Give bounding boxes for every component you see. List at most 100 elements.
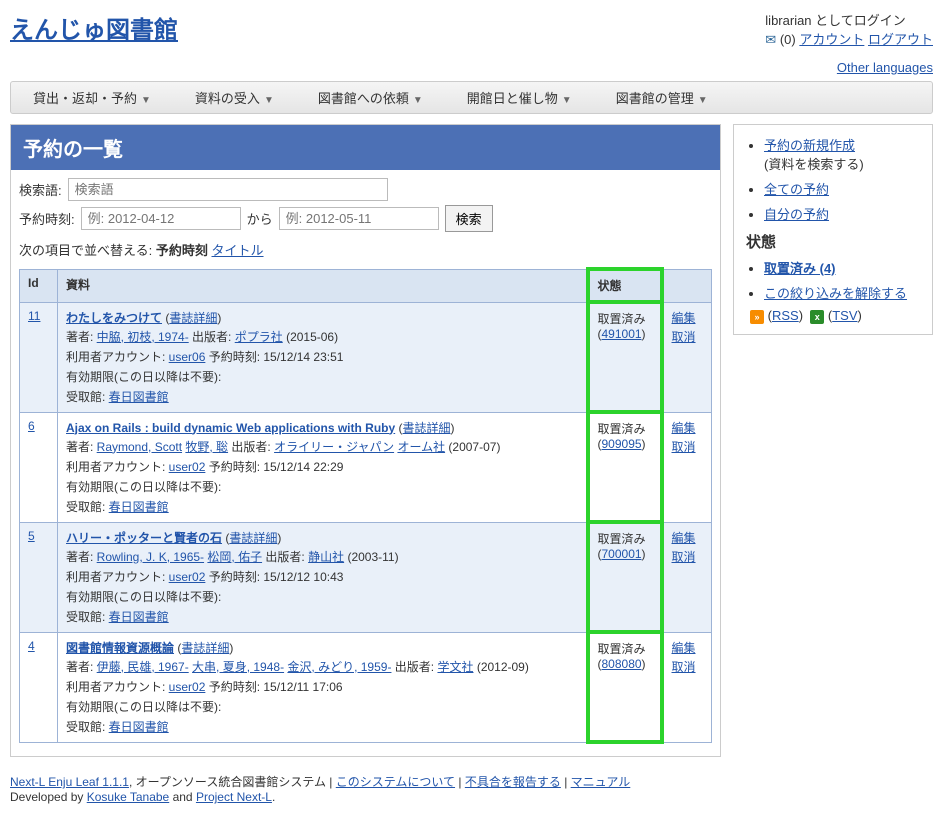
patron-link[interactable]: user02 — [169, 460, 206, 474]
rss-link[interactable]: RSS — [772, 308, 799, 323]
new-reserve-note: (資料を検索する) — [764, 157, 864, 172]
status-text: 取置済み — [598, 422, 646, 436]
chevron-down-icon: ▼ — [141, 95, 151, 106]
cancel-link[interactable]: 取消 — [672, 328, 704, 345]
chevron-down-icon: ▼ — [264, 95, 274, 106]
reserve-to-input[interactable] — [279, 207, 439, 230]
author-link[interactable]: 伊藤, 民雄, 1967- — [97, 660, 189, 674]
clear-filter-link[interactable]: この絞り込みを解除する — [764, 286, 907, 301]
login-block: librarian としてログイン ✉ (0) アカウント ログアウト Othe… — [765, 10, 933, 75]
material-title-link[interactable]: 図書館情報資源概論 — [66, 641, 174, 655]
material-title-link[interactable]: わたしをみつけて — [66, 311, 162, 325]
author-link[interactable]: 牧野, 聡 — [185, 440, 228, 454]
my-reserves-link[interactable]: 自分の予約 — [764, 207, 829, 222]
item-id-link[interactable]: 700001 — [602, 547, 642, 561]
sort-prefix: 次の項目で並べ替える: — [19, 243, 152, 258]
pickup-library-link[interactable]: 春日図書館 — [109, 610, 169, 624]
all-reserves-link[interactable]: 全ての予約 — [764, 182, 829, 197]
author-link[interactable]: 中脇, 初枝, 1974- — [97, 330, 189, 344]
bib-detail-link[interactable]: 書誌詳細 — [169, 311, 217, 325]
menu-circulation[interactable]: 貸出・返却・予約▼ — [11, 88, 173, 107]
col-actions — [662, 269, 712, 302]
sidebar: 予約の新規作成 (資料を検索する) 全ての予約 自分の予約 状態 取置済み (4)… — [733, 124, 933, 335]
edit-link[interactable]: 編集 — [672, 419, 704, 436]
patron-link[interactable]: user02 — [169, 570, 206, 584]
dev2-link[interactable]: Project Next-L — [196, 790, 272, 804]
state-heading: 状態 — [746, 231, 920, 252]
author-link[interactable]: Raymond, Scott — [97, 440, 182, 454]
col-id: Id — [20, 269, 58, 302]
patron-link[interactable]: user02 — [169, 680, 206, 694]
search-label: 検索語: — [19, 180, 62, 199]
item-id-link[interactable]: 491001 — [602, 327, 642, 341]
manual-link[interactable]: マニュアル — [571, 775, 631, 789]
material-title-link[interactable]: ハリー・ポッターと賢者の石 — [66, 531, 222, 545]
chevron-down-icon: ▼ — [413, 95, 423, 106]
material-title-link[interactable]: Ajax on Rails : build dynamic Web applic… — [66, 421, 395, 435]
reserve-from-input[interactable] — [81, 207, 241, 230]
bib-detail-link[interactable]: 書誌詳細 — [229, 531, 277, 545]
col-status: 状態 — [588, 269, 662, 302]
patron-link[interactable]: user06 — [169, 350, 206, 364]
menu-acquisition[interactable]: 資料の受入▼ — [173, 88, 296, 107]
tsv-link[interactable]: TSV — [832, 308, 857, 323]
dev1-link[interactable]: Kosuke Tanabe — [87, 790, 170, 804]
cancel-link[interactable]: 取消 — [672, 658, 704, 675]
reserve-id-link[interactable]: 5 — [28, 529, 35, 543]
site-title[interactable]: えんじゅ図書館 — [10, 10, 178, 45]
pickup-library-link[interactable]: 春日図書館 — [109, 500, 169, 514]
report-link[interactable]: 不具合を報告する — [465, 775, 561, 789]
author-link[interactable]: 松岡, 佑子 — [207, 550, 262, 564]
pickup-library-link[interactable]: 春日図書館 — [109, 390, 169, 404]
publisher-link[interactable]: ポプラ社 — [235, 330, 283, 344]
cancel-link[interactable]: 取消 — [672, 548, 704, 565]
product-link[interactable]: Next-L Enju Leaf 1.1.1 — [10, 775, 129, 789]
search-button[interactable]: 検索 — [445, 205, 493, 232]
edit-link[interactable]: 編集 — [672, 309, 704, 326]
publisher-link[interactable]: 静山社 — [308, 550, 344, 564]
author-link[interactable]: 金沢, みどり, 1959- — [287, 660, 391, 674]
reserve-id-link[interactable]: 4 — [28, 639, 35, 653]
table-row: 6 Ajax on Rails : build dynamic Web appli… — [20, 412, 712, 522]
publisher-link[interactable]: 学文社 — [437, 660, 473, 674]
reserves-table: Id 資料 状態 11わたしをみつけて (書誌詳細)著者: 中脇, 初枝, 19… — [19, 267, 712, 744]
cancel-link[interactable]: 取消 — [672, 438, 704, 455]
chevron-down-icon: ▼ — [562, 95, 572, 106]
pickup-library-link[interactable]: 春日図書館 — [109, 720, 169, 734]
table-row: 5ハリー・ポッターと賢者の石 (書誌詳細)著者: Rowling, J. K, … — [20, 522, 712, 632]
page-title: 予約の一覧 — [11, 125, 720, 170]
bib-detail-link[interactable]: 書誌詳細 — [181, 641, 229, 655]
item-id-link[interactable]: 909095 — [602, 437, 642, 451]
other-languages-link[interactable]: Other languages — [837, 60, 933, 75]
sort-title-link[interactable]: タイトル — [212, 243, 264, 258]
new-reserve-link[interactable]: 予約の新規作成 — [764, 138, 855, 153]
footer: Next-L Enju Leaf 1.1.1, オープンソース統合図書館システム… — [10, 767, 933, 810]
reserve-id-link[interactable]: 11 — [28, 309, 40, 323]
author-link[interactable]: Rowling, J. K, 1965- — [97, 550, 204, 564]
publisher-link[interactable]: オライリー・ジャパン — [274, 440, 394, 454]
menu-requests[interactable]: 図書館への依頼▼ — [296, 88, 445, 107]
mail-icon[interactable]: ✉ — [765, 32, 776, 47]
item-id-link[interactable]: 808080 — [602, 657, 642, 671]
account-link[interactable]: アカウント — [799, 32, 864, 47]
logout-link[interactable]: ログアウト — [868, 32, 933, 47]
reserve-time-label: 予約時刻: — [19, 209, 75, 228]
tsv-icon: x — [810, 310, 824, 324]
about-link[interactable]: このシステムについて — [336, 775, 455, 789]
edit-link[interactable]: 編集 — [672, 529, 704, 546]
status-text: 取置済み — [598, 642, 646, 656]
menu-admin[interactable]: 図書館の管理▼ — [594, 88, 730, 107]
author-link[interactable]: 大串, 夏身, 1948- — [192, 660, 284, 674]
col-material: 資料 — [58, 269, 588, 302]
retained-filter-link[interactable]: 取置済み (4) — [764, 261, 836, 276]
search-input[interactable] — [68, 178, 388, 201]
bib-detail-link[interactable]: 書誌詳細 — [403, 421, 451, 435]
rss-icon: » — [750, 310, 764, 324]
publisher-link[interactable]: オーム社 — [397, 440, 445, 454]
menu-events[interactable]: 開館日と催し物▼ — [445, 88, 594, 107]
table-row: 4図書館情報資源概論 (書誌詳細)著者: 伊藤, 民雄, 1967- 大串, 夏… — [20, 632, 712, 742]
reserve-id-link[interactable]: 6 — [28, 419, 35, 433]
sort-current: 予約時刻 — [156, 243, 208, 258]
edit-link[interactable]: 編集 — [672, 639, 704, 656]
status-text: 取置済み — [598, 312, 646, 326]
